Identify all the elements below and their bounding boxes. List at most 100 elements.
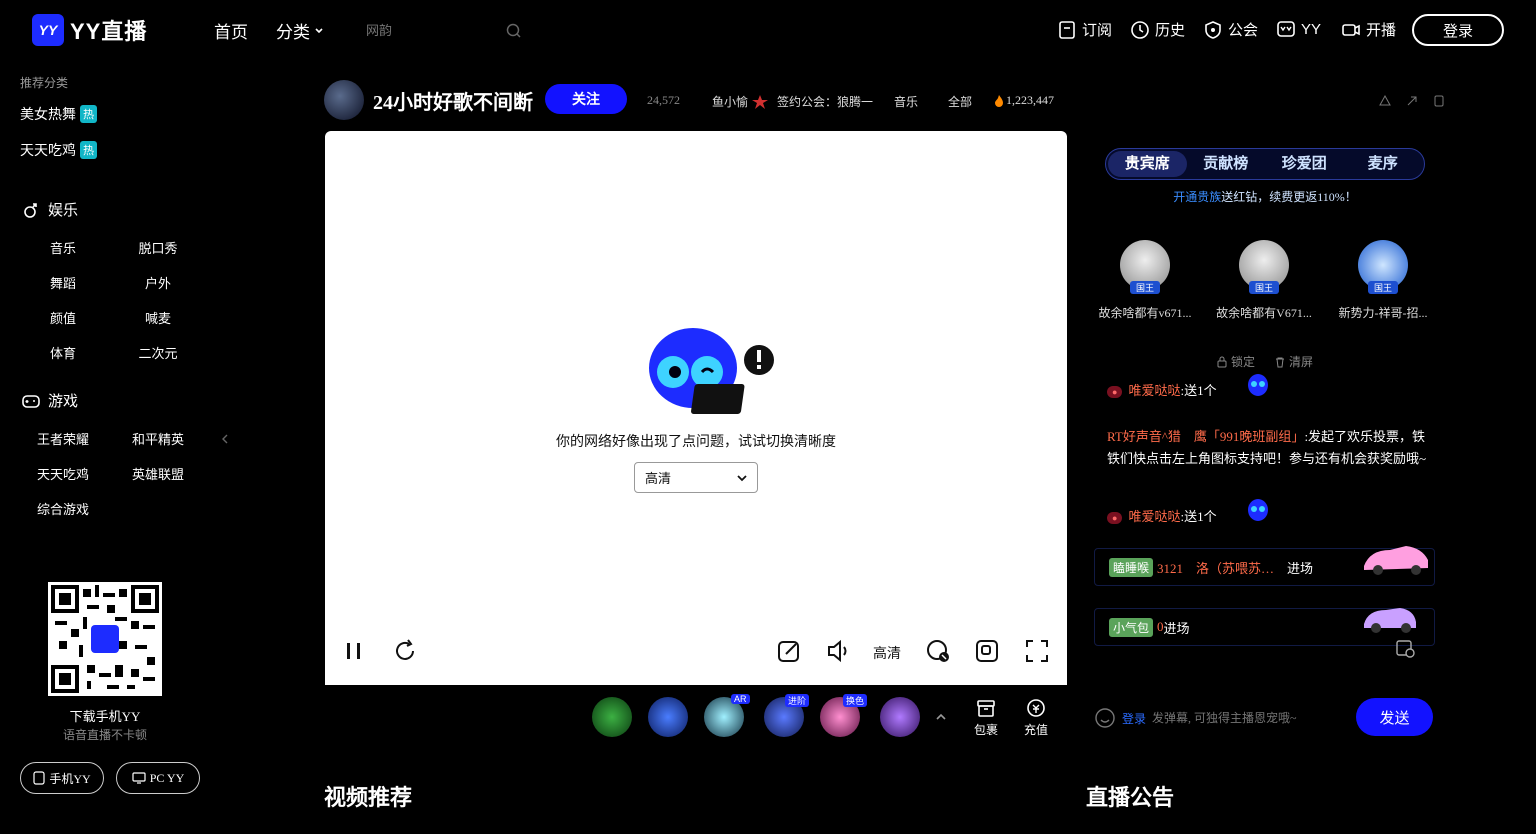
entry-action: 进场	[1163, 620, 1190, 636]
quality-select[interactable]: 高清	[634, 462, 758, 493]
picture-in-picture-icon[interactable]	[974, 638, 1000, 664]
sidebar-item-pubg[interactable]: 天天吃鸡 热	[20, 140, 97, 160]
vip-name: 故余啥都有v671...	[1098, 306, 1192, 320]
chevron-up-icon[interactable]	[935, 712, 947, 722]
gift-balloon[interactable]	[880, 697, 920, 737]
gift-dragon[interactable]	[592, 697, 632, 737]
quality-select-value: 高清	[645, 471, 672, 486]
sidebar-item-talkshow[interactable]: 脱口秀	[110, 238, 206, 257]
panel-tabs: 贵宾席 贡献榜 珍爱团 麦序	[1105, 148, 1425, 180]
chat-username[interactable]: 唯爱哒哒	[1128, 383, 1180, 398]
pc-yy-button[interactable]: PC YY	[116, 762, 200, 794]
sidebar-item-acg[interactable]: 二次元	[110, 343, 206, 362]
sidebar-item-outdoor[interactable]: 户外	[110, 273, 206, 292]
search-box[interactable]	[356, 18, 536, 44]
emoji-icon[interactable]	[1094, 707, 1116, 729]
sidebar-item-sports[interactable]: 体育	[15, 343, 111, 362]
sidebar-item-general-games[interactable]: 综合游戏	[15, 499, 111, 518]
danmaku-toggle-icon[interactable]	[925, 638, 951, 664]
sidebar-item-dance2[interactable]: 舞蹈	[15, 273, 111, 292]
gamepad-icon	[22, 394, 40, 408]
tab-vip-seats[interactable]: 贵宾席	[1108, 151, 1187, 177]
subscribe-link[interactable]: 订阅	[1057, 19, 1112, 40]
chat-settings-icon[interactable]	[1396, 640, 1416, 658]
vip-seat[interactable]: 国王 新势力-祥哥-招...	[1323, 240, 1443, 321]
phone-view-icon[interactable]	[1433, 95, 1445, 107]
host-name-link[interactable]: 鱼小愉	[712, 93, 769, 110]
collapse-arrow-icon[interactable]	[220, 433, 230, 445]
tab-mic-order[interactable]: 麦序	[1344, 151, 1423, 177]
send-button[interactable]: 发送	[1356, 698, 1433, 736]
search-icon[interactable]	[506, 23, 522, 39]
go-live-link[interactable]: 开播	[1341, 19, 1396, 40]
nav-home[interactable]: 首页	[214, 18, 248, 43]
hot-badge: 热	[80, 105, 97, 123]
yy-label: YY	[1301, 20, 1322, 38]
chat-username[interactable]: RT好声音^猎 鹰「991晚班副组」	[1107, 429, 1304, 444]
clear-chat-button[interactable]: 清屏	[1274, 353, 1313, 370]
entry-username[interactable]: 3121 洛（苏喂苏喂苏...	[1157, 558, 1287, 577]
subscribe-label: 订阅	[1082, 22, 1113, 39]
chat-text: :送1个	[1180, 383, 1217, 398]
noble-promo-link[interactable]: 开通贵族	[1173, 190, 1221, 204]
video-player[interactable]: 你的网络好像出现了点问题，试试切换清晰度 高清 高清	[325, 131, 1067, 685]
volume-icon[interactable]	[826, 638, 852, 664]
chat-input[interactable]	[1152, 710, 1323, 726]
tab-fan-club[interactable]: 珍爱团	[1265, 151, 1344, 177]
history-link[interactable]: 历史	[1130, 19, 1185, 40]
sidebar-item-shout[interactable]: 喊麦	[110, 308, 206, 327]
quality-toggle[interactable]: 高清	[873, 643, 901, 663]
mobile-yy-label: 手机YY	[49, 771, 91, 786]
login-button[interactable]: 登录	[1412, 14, 1504, 46]
download-subtitle: 语音直播不卡顿	[62, 728, 147, 742]
mobile-yy-button[interactable]: 手机YY	[20, 762, 104, 794]
sidebar-item-looks[interactable]: 颜值	[15, 308, 111, 327]
chat-input-area: 登录	[1094, 700, 1344, 736]
sidebar-item-music[interactable]: 音乐	[15, 238, 111, 257]
shield-icon	[1205, 20, 1221, 39]
announcement-title: 直播公告	[1086, 785, 1175, 810]
yy-logo[interactable]: YY YY直播	[32, 14, 162, 46]
sidebar-item-label: 美女热舞	[20, 106, 76, 122]
search-input[interactable]	[356, 23, 506, 39]
qr-code	[48, 582, 162, 696]
bag-button[interactable]: 包裹	[966, 698, 1006, 738]
pause-icon[interactable]	[341, 638, 367, 664]
guild-info[interactable]: 签约公会：狼腾一	[777, 93, 873, 110]
edit-icon[interactable]	[776, 638, 802, 664]
tag-music[interactable]: 音乐	[894, 93, 918, 110]
sidebar-item-dance[interactable]: 美女热舞 热	[20, 104, 97, 124]
king-badge: 国王	[1130, 281, 1160, 294]
lock-icon	[1217, 356, 1227, 367]
vip-seat[interactable]: 国王 故余啥都有V671...	[1204, 240, 1324, 321]
share-icon[interactable]	[1406, 95, 1418, 107]
lock-chat-button[interactable]: 锁定	[1216, 353, 1255, 370]
gift-hands[interactable]	[648, 697, 688, 737]
vip-seat[interactable]: 国王 故余啥都有v671...	[1085, 240, 1205, 321]
recommended-title: 推荐分类	[20, 76, 69, 90]
sidebar-item-lol[interactable]: 英雄联盟	[110, 464, 206, 483]
tag-all[interactable]: 全部	[948, 93, 972, 110]
tab-contribution[interactable]: 贡献榜	[1187, 151, 1266, 177]
yy-link[interactable]: YY	[1276, 19, 1321, 39]
sidebar-item-honor[interactable]: 王者荣耀	[15, 429, 111, 448]
sidebar-item-peace[interactable]: 和平精英	[110, 429, 206, 448]
nav-category[interactable]: 分类	[276, 18, 324, 43]
entertainment-category[interactable]: 娱乐	[22, 199, 78, 220]
host-avatar[interactable]	[324, 80, 364, 120]
report-icon[interactable]	[1379, 95, 1391, 107]
guild-link[interactable]: 公会	[1203, 19, 1258, 40]
sidebar-item-chicken[interactable]: 天天吃鸡	[15, 464, 111, 483]
coin-icon	[1027, 699, 1045, 717]
follow-button[interactable]: 关注	[545, 84, 627, 114]
fullscreen-icon[interactable]	[1024, 638, 1050, 664]
bookmark-icon	[1059, 20, 1075, 39]
fan-badge: 瞌睡喉	[1109, 557, 1154, 577]
refresh-icon[interactable]	[392, 638, 418, 664]
recharge-button[interactable]: 充值	[1016, 698, 1056, 738]
room-title: 24小时好歌不间断	[373, 92, 533, 114]
level-badge: ●	[1107, 386, 1123, 399]
chat-username[interactable]: 唯爱哒哒	[1128, 509, 1180, 524]
chat-login-link[interactable]: 登录	[1122, 710, 1146, 727]
game-category[interactable]: 游戏	[22, 390, 78, 411]
